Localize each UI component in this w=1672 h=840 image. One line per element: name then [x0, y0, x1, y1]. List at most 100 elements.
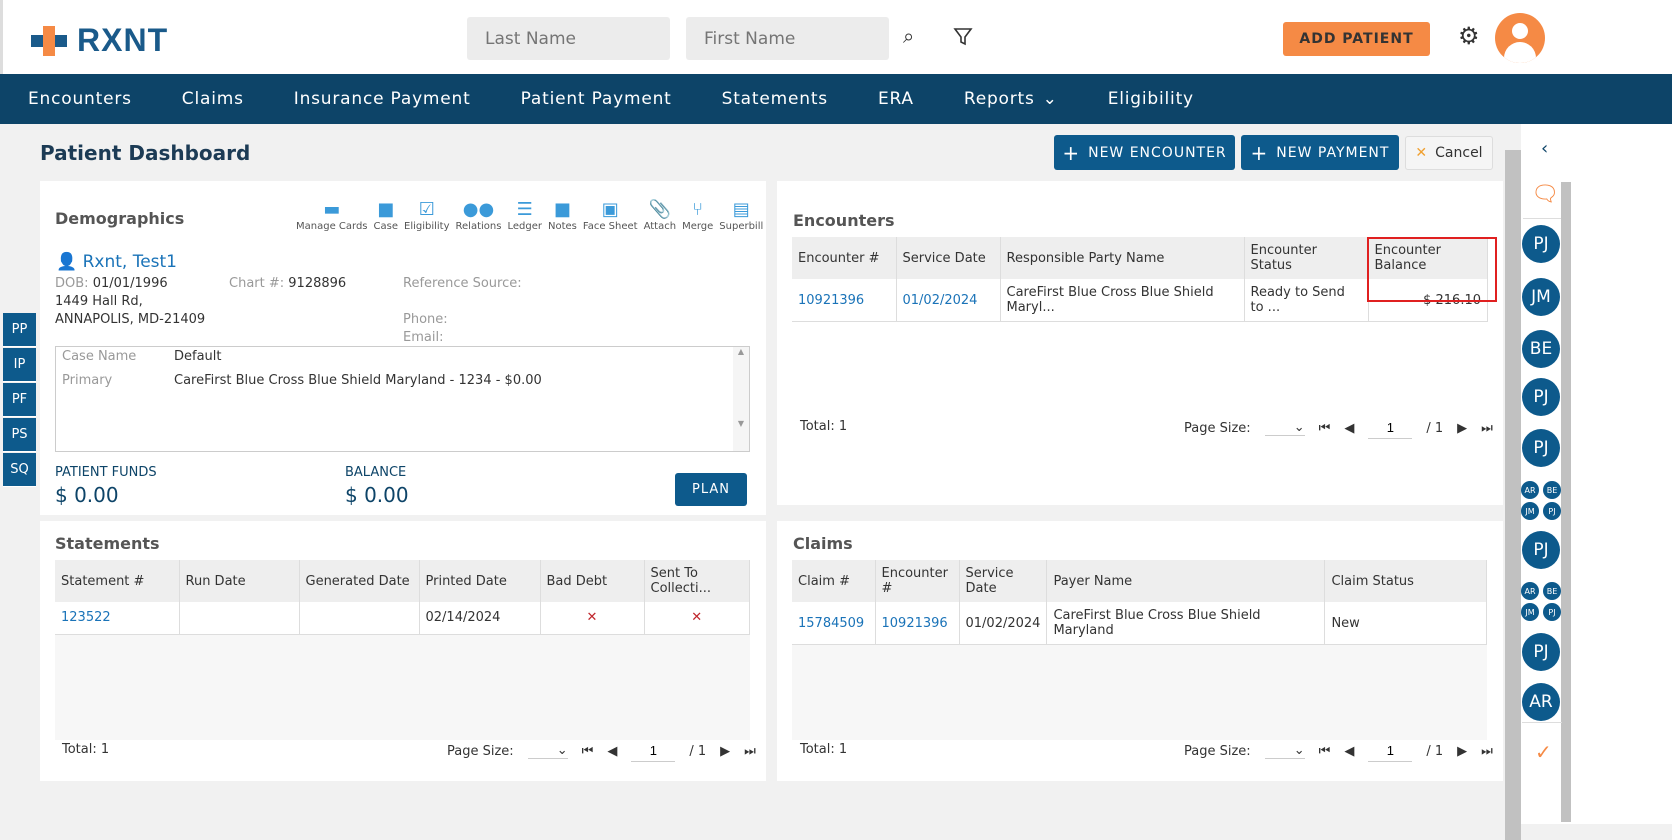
column-header[interactable]: Statement # — [55, 560, 180, 602]
page-input[interactable] — [1368, 740, 1413, 762]
mini-avatar: JM — [1521, 603, 1539, 621]
nav-statements[interactable]: Statements — [722, 89, 828, 109]
first-page-icon[interactable]: ⏮ — [1319, 744, 1331, 759]
avatar[interactable]: PJ — [1522, 531, 1560, 569]
statement-number-link[interactable]: 123522 — [55, 602, 180, 635]
rxnt-logo[interactable]: RXNT — [31, 22, 168, 59]
panel-scrollbar[interactable] — [1561, 182, 1571, 822]
last-page-icon[interactable]: ⏭ — [1481, 744, 1493, 759]
page-size-select[interactable]: ⌄ — [527, 743, 568, 759]
mini-avatar: PJ — [1543, 603, 1561, 621]
avatar[interactable]: PJ — [1522, 378, 1560, 416]
next-page-icon[interactable]: ▶ — [1457, 744, 1467, 759]
encounter-number-link[interactable]: 10921396 — [875, 602, 960, 645]
tasks-check-icon[interactable]: ✓ — [1535, 740, 1552, 764]
first-name-input[interactable] — [686, 17, 889, 60]
claim-number-link[interactable]: 15784509 — [792, 602, 876, 645]
column-header[interactable]: Bad Debt — [540, 560, 645, 602]
prev-page-icon[interactable]: ◀ — [607, 744, 617, 759]
nav-eligibility[interactable]: Eligibility — [1108, 89, 1194, 109]
next-page-icon[interactable]: ▶ — [1457, 421, 1467, 436]
side-tab-pp[interactable]: PP — [3, 313, 36, 347]
column-header[interactable]: Run Date — [179, 560, 300, 602]
page-size-select[interactable]: ⌄ — [1264, 743, 1305, 759]
case-info-box[interactable]: Case Name Default Primary CareFirst Blue… — [55, 346, 750, 452]
merge-button[interactable]: ⑂ Merge — [682, 199, 713, 232]
column-header[interactable]: Sent To Collecti... — [644, 560, 750, 602]
manage-cards-button[interactable]: ▬ Manage Cards — [296, 199, 368, 232]
nav-era[interactable]: ERA — [878, 89, 914, 109]
prev-page-icon[interactable]: ◀ — [1344, 421, 1354, 436]
dob: DOB: 01/01/1996 — [55, 276, 168, 291]
group-avatar[interactable]: AR BE JM PJ — [1521, 582, 1561, 621]
column-header[interactable]: Generated Date — [299, 560, 420, 602]
table-row[interactable]: 15784509 10921396 01/02/2024 CareFirst B… — [792, 602, 1487, 645]
filter-icon[interactable] — [953, 27, 973, 47]
column-header[interactable]: Encounter Status — [1244, 237, 1369, 279]
column-header[interactable]: Responsible Party Name — [1000, 237, 1245, 279]
cancel-button[interactable]: ✕ Cancel — [1405, 136, 1493, 170]
chat-icon[interactable]: 🗨 — [1531, 182, 1559, 207]
avatar[interactable]: JM — [1522, 278, 1560, 316]
column-header[interactable]: Printed Date — [419, 560, 541, 602]
table-row[interactable]: 123522 02/14/2024 ✕ ✕ — [55, 602, 750, 635]
plan-button[interactable]: PLAN — [675, 473, 747, 506]
notes-button[interactable]: ■ Notes — [548, 199, 577, 232]
prev-page-icon[interactable]: ◀ — [1344, 744, 1354, 759]
avatar[interactable]: AR — [1522, 683, 1560, 721]
column-header[interactable]: Claim Status — [1324, 560, 1487, 602]
face-sheet-button[interactable]: ▣ Face Sheet — [583, 199, 638, 232]
mini-avatar: BE — [1543, 582, 1561, 600]
collapse-chevron-icon[interactable]: ‹ — [1541, 138, 1548, 159]
ledger-button[interactable]: ☰ Ledger — [507, 199, 542, 232]
eligibility-button[interactable]: ☑ Eligibility — [404, 199, 450, 232]
encounter-status-cell: Ready to Send to ... — [1244, 279, 1369, 322]
superbill-button[interactable]: ▤ Superbill — [719, 199, 763, 232]
column-header[interactable]: Encounter # — [875, 560, 960, 602]
settings-gear-icon[interactable]: ⚙ — [1458, 22, 1480, 50]
case-scrollbar[interactable]: ▲ ▼ — [733, 347, 749, 451]
new-encounter-button[interactable]: + NEW ENCOUNTER — [1054, 135, 1235, 170]
group-avatar[interactable]: AR BE JM PJ — [1521, 481, 1561, 520]
last-page-icon[interactable]: ⏭ — [1481, 421, 1493, 436]
avatar[interactable]: PJ — [1522, 225, 1560, 263]
side-tab-ip[interactable]: IP — [3, 348, 36, 382]
side-tab-pf[interactable]: PF — [3, 383, 36, 417]
new-payment-button[interactable]: + NEW PAYMENT — [1241, 135, 1399, 170]
attach-button[interactable]: 📎 Attach — [644, 199, 676, 232]
patient-name-link[interactable]: 👤 Rxnt, Test1 — [56, 252, 177, 272]
first-page-icon[interactable]: ⏮ — [1319, 421, 1331, 436]
avatar[interactable]: PJ — [1522, 429, 1560, 467]
scrollbar-thumb[interactable] — [1505, 150, 1521, 840]
page-input[interactable] — [1368, 417, 1413, 439]
nav-insurance-payment[interactable]: Insurance Payment — [294, 89, 471, 109]
column-header[interactable]: Payer Name — [1046, 560, 1326, 602]
nav-reports[interactable]: Reports ⌄ — [964, 89, 1058, 109]
service-date-link[interactable]: 01/02/2024 — [896, 279, 1001, 322]
page-input[interactable] — [631, 740, 676, 762]
column-header[interactable]: Claim # — [792, 560, 876, 602]
first-page-icon[interactable]: ⏮ — [582, 744, 594, 759]
user-avatar[interactable] — [1495, 13, 1545, 63]
nav-encounters[interactable]: Encounters — [28, 89, 132, 109]
column-header[interactable]: Service Date — [896, 237, 1001, 279]
case-button[interactable]: ■ Case — [374, 199, 398, 232]
avatar[interactable]: PJ — [1522, 633, 1560, 671]
column-header[interactable]: Encounter # — [792, 237, 897, 279]
nav-patient-payment[interactable]: Patient Payment — [521, 89, 672, 109]
side-tab-sq[interactable]: SQ — [3, 453, 36, 487]
relations-button[interactable]: ●● Relations — [456, 199, 502, 232]
next-page-icon[interactable]: ▶ — [720, 744, 730, 759]
last-page-icon[interactable]: ⏭ — [744, 744, 756, 759]
avatar[interactable]: BE — [1522, 330, 1560, 368]
main-scrollbar[interactable] — [1505, 124, 1521, 840]
add-patient-button[interactable]: ADD PATIENT — [1283, 22, 1430, 56]
column-header[interactable]: Service Date — [959, 560, 1048, 602]
side-tab-ps[interactable]: PS — [3, 418, 36, 452]
dob-label: DOB: — [55, 276, 89, 291]
page-size-select[interactable]: ⌄ — [1264, 420, 1305, 436]
search-icon[interactable]: ⌕ — [903, 24, 914, 48]
nav-claims[interactable]: Claims — [182, 89, 244, 109]
encounter-number-link[interactable]: 10921396 — [792, 279, 897, 322]
last-name-input[interactable] — [467, 17, 670, 60]
